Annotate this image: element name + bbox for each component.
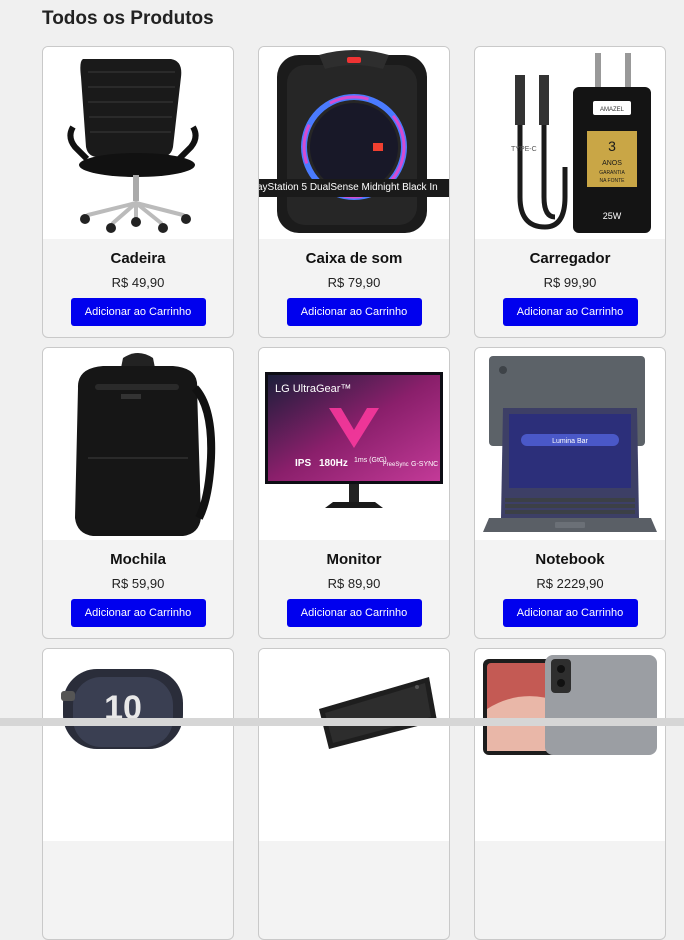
wattage-label: 25W	[603, 211, 622, 221]
product-grid: Cadeira R$ 49,90 Adicionar ao Carrinho a…	[42, 46, 666, 940]
product-name: Cadeira	[110, 250, 166, 267]
add-to-cart-button[interactable]: Adicionar ao Carrinho	[70, 298, 206, 326]
add-to-cart-button[interactable]: Adicionar ao Carrinho	[502, 298, 638, 326]
product-name: Mochila	[110, 551, 166, 568]
product-image[interactable]: ayStation 5 DualSense Midnight Black In	[259, 47, 449, 239]
image-caption: ayStation 5 DualSense Midnight Black In	[259, 179, 449, 197]
brand-label: AMAZEL	[600, 107, 625, 113]
product-price: R$ 79,90	[327, 275, 381, 290]
speaker-icon	[277, 50, 427, 233]
office-chair-icon	[67, 59, 199, 233]
product-card	[258, 648, 450, 940]
cable-label: TYPE-C	[511, 146, 537, 153]
tablet-phone-icon	[483, 655, 657, 755]
monitor-spec-hz: 180Hz	[319, 458, 348, 469]
svg-text:3: 3	[608, 138, 616, 154]
product-card: Mochila R$ 59,90 Adicionar ao Carrinho	[42, 347, 234, 639]
monitor-icon: LG UltraGear™ IPS 180Hz 1ms (GtG) FreeSy…	[265, 372, 443, 508]
product-image[interactable]	[475, 649, 665, 841]
product-image[interactable]: 10	[43, 649, 233, 841]
add-to-cart-button[interactable]: Adicionar ao Carrinho	[502, 599, 638, 627]
product-price: R$ 89,90	[327, 576, 381, 591]
monitor-spec-gsync: G-SYNC	[411, 461, 438, 468]
product-name: Carregador	[529, 250, 611, 267]
product-image[interactable]: Lumina Bar	[475, 348, 665, 540]
monitor-spec-response: 1ms (GtG)	[354, 457, 387, 464]
add-to-cart-button[interactable]: Adicionar ao Carrinho	[286, 599, 422, 627]
monitor-spec-ips: IPS	[295, 458, 311, 469]
product-name: Monitor	[326, 551, 382, 568]
page-title: Todos os Produtos	[42, 8, 214, 29]
product-price: R$ 49,90	[111, 275, 165, 290]
product-card: ayStation 5 DualSense Midnight Black In …	[258, 46, 450, 338]
product-image[interactable]: TYPE-C AMAZEL 3 ANOS GARANTIA NA FONTE 2…	[475, 47, 665, 239]
product-image[interactable]	[43, 348, 233, 540]
product-card: 10	[42, 648, 234, 940]
svg-text:GARANTIA: GARANTIA	[599, 170, 625, 176]
product-price: R$ 99,90	[543, 275, 597, 290]
product-card	[474, 648, 666, 940]
add-to-cart-button[interactable]: Adicionar ao Carrinho	[70, 599, 206, 627]
product-name: Notebook	[535, 551, 605, 568]
product-price: R$ 59,90	[111, 576, 165, 591]
product-image[interactable]	[43, 47, 233, 239]
product-image[interactable]: LG UltraGear™ IPS 180Hz 1ms (GtG) FreeSy…	[259, 348, 449, 540]
add-to-cart-button[interactable]: Adicionar ao Carrinho	[286, 298, 422, 326]
horizontal-scrollbar[interactable]	[0, 718, 684, 726]
product-image[interactable]	[259, 649, 449, 841]
product-card: LG UltraGear™ IPS 180Hz 1ms (GtG) FreeSy…	[258, 347, 450, 639]
smartwatch-icon: 10	[61, 669, 183, 749]
laptop-screen-text: Lumina Bar	[552, 438, 588, 445]
svg-text:ANOS: ANOS	[602, 160, 622, 167]
product-card: Lumina Bar Notebook R$ 2229,90 Adicionar…	[474, 347, 666, 639]
product-card: Cadeira R$ 49,90 Adicionar ao Carrinho	[42, 46, 234, 338]
backpack-icon	[75, 353, 216, 536]
monitor-spec-freesync: FreeSync	[383, 462, 409, 468]
monitor-brand: LG UltraGear™	[275, 383, 351, 395]
product-price: R$ 2229,90	[536, 576, 604, 591]
laptop-icon: Lumina Bar	[483, 356, 657, 532]
product-name: Caixa de som	[305, 250, 403, 267]
svg-text:NA FONTE: NA FONTE	[599, 178, 625, 184]
product-card: TYPE-C AMAZEL 3 ANOS GARANTIA NA FONTE 2…	[474, 46, 666, 338]
tablet-icon	[319, 677, 437, 749]
charger-icon: TYPE-C AMAZEL 3 ANOS GARANTIA NA FONTE 2…	[511, 53, 651, 233]
